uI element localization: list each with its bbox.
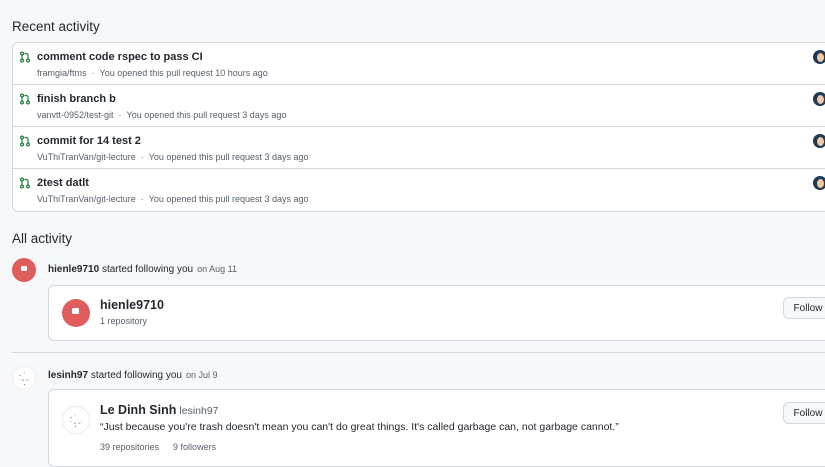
event-line: lesinh97 started following you on Jul 9 <box>48 370 218 381</box>
separator: · <box>91 68 95 78</box>
followers-count[interactable]: 9 followers <box>173 442 216 452</box>
pull-request-icon <box>20 177 30 189</box>
recent-activity-title: Recent activity <box>12 19 100 34</box>
card-name-link[interactable]: Le Dinh Sinh <box>100 403 176 417</box>
list-item[interactable]: commit for 14 test 2 VuThiTranVan/git-le… <box>13 127 825 169</box>
divider <box>12 352 825 353</box>
pull-request-icon <box>20 51 30 63</box>
separator: · <box>140 194 144 204</box>
separator: · <box>140 152 144 162</box>
user-bio: “Just because you're trash doesn't mean … <box>100 421 619 433</box>
card-name-link[interactable]: hienle9710 <box>100 298 164 312</box>
card-stats: 39 repositories 9 followers <box>100 442 216 452</box>
event-verb: started following you <box>90 370 182 381</box>
list-item[interactable]: finish branch b vanvtt-0952/test-git · You… <box>13 85 825 127</box>
card-name-row: Le Dinh Sinh lesinh97 <box>100 403 219 417</box>
avatar[interactable] <box>813 50 825 64</box>
event-verb: started following you <box>101 264 194 275</box>
pull-request-icon <box>20 135 30 147</box>
repo-count[interactable]: 39 repositories <box>100 442 159 452</box>
list-item[interactable]: comment code rspec to pass CI framgia/ft… <box>13 43 825 85</box>
user-card: hienle9710 1 repository Follow <box>48 285 825 341</box>
list-item[interactable]: 2test datlt VuThiTranVan/git-lecture · You… <box>13 169 825 210</box>
avatar[interactable] <box>813 134 825 148</box>
recent-activity-list: comment code rspec to pass CI framgia/ft… <box>12 42 825 212</box>
event-user-link[interactable]: lesinh97 <box>48 370 88 381</box>
event-time: on Jul 9 <box>185 370 218 380</box>
pr-meta: framgia/ftms · You opened this pull reques… <box>37 68 268 78</box>
avatar[interactable]: ·˙ ˙. ˘˘ <box>12 366 36 390</box>
pr-status: You opened this pull request 3 days ago <box>148 194 309 204</box>
pr-title-link[interactable]: finish branch b <box>37 93 116 105</box>
repo-link[interactable]: framgia/ftms <box>37 68 87 78</box>
avatar[interactable]: ·˙ ˙. ˘˘ <box>62 406 90 434</box>
avatar[interactable] <box>813 176 825 190</box>
repo-link[interactable]: VuThiTranVan/git-lecture <box>37 152 136 162</box>
avatar[interactable] <box>12 258 36 282</box>
all-activity-title: All activity <box>12 231 73 246</box>
event-time: on Aug 11 <box>197 264 237 274</box>
pr-title-link[interactable]: commit for 14 test 2 <box>37 135 141 147</box>
user-card: ·˙ ˙. ˘˘ Le Dinh Sinh lesinh97 “Just beca… <box>48 389 825 467</box>
sketch-mark: ˘˘ <box>21 379 30 387</box>
sketch-mark: ˘˘ <box>73 422 82 430</box>
follow-button[interactable]: Follow <box>783 297 825 319</box>
event-user-link[interactable]: hienle9710 <box>48 264 99 275</box>
separator: · <box>118 110 122 120</box>
repo-link[interactable]: vanvtt-0952/test-git <box>37 110 114 120</box>
repo-count: 1 repository <box>100 316 148 326</box>
pr-status: You opened this pull request 3 days ago <box>126 110 287 120</box>
pull-request-icon <box>20 93 30 105</box>
follow-button[interactable]: Follow <box>783 402 825 424</box>
pr-title-link[interactable]: 2test datlt <box>37 177 89 189</box>
pr-meta: VuThiTranVan/git-lecture · You opened this… <box>37 194 309 204</box>
repo-link[interactable]: VuThiTranVan/git-lecture <box>37 194 136 204</box>
avatar[interactable] <box>813 92 825 106</box>
avatar[interactable] <box>62 299 90 327</box>
event-line: hienle9710 started following you on Aug 1… <box>48 264 237 275</box>
pr-meta: VuThiTranVan/git-lecture · You opened this… <box>37 152 309 162</box>
pr-status: You opened this pull request 3 days ago <box>148 152 309 162</box>
pr-status: You opened this pull request 10 hours ag… <box>99 68 268 78</box>
pr-title-link[interactable]: comment code rspec to pass CI <box>37 51 203 63</box>
pr-meta: vanvtt-0952/test-git · You opened this pul… <box>37 110 286 120</box>
card-login[interactable]: lesinh97 <box>179 405 218 417</box>
